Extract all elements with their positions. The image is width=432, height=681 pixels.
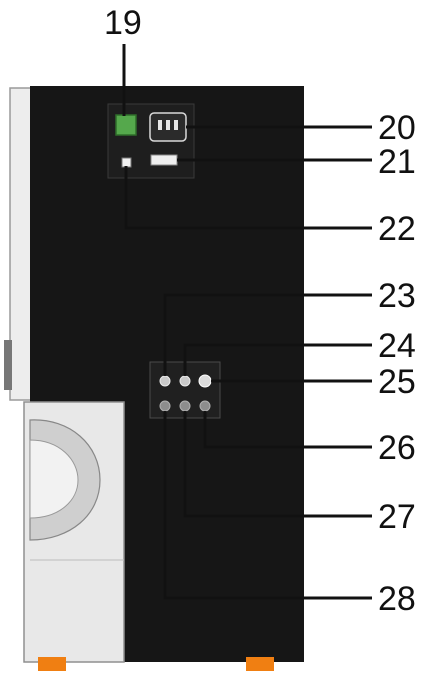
callout-27: 27 (378, 498, 416, 536)
small-port (121, 157, 132, 168)
socket-pin-middle (166, 120, 170, 130)
callout-24: 24 (378, 327, 416, 365)
callout-19: 19 (104, 4, 142, 42)
jack-bottom-middle (179, 400, 191, 412)
foot-right (246, 657, 274, 671)
callout-22: 22 (378, 210, 416, 248)
jack-top-middle (179, 375, 191, 387)
socket-pin-right (174, 120, 178, 130)
diagram-stage: 19 20 21 22 23 24 25 26 27 28 (0, 0, 432, 681)
callout-26: 26 (378, 429, 416, 467)
jack-top-left (159, 375, 171, 387)
jack-top-right (198, 374, 212, 388)
device-rear-diagram: 19 20 21 22 23 24 25 26 27 28 (4, 4, 416, 671)
fuse-holder (150, 154, 178, 166)
jack-bottom-right (199, 400, 211, 412)
green-power-switch (115, 114, 137, 136)
foot-left (38, 657, 66, 671)
side-latch (4, 340, 12, 390)
callout-23: 23 (378, 277, 416, 315)
callout-28: 28 (378, 580, 416, 618)
jack-bottom-left (159, 400, 171, 412)
left-side-panel (9, 87, 33, 401)
socket-pin-left (158, 120, 162, 130)
callout-20: 20 (378, 109, 416, 147)
callout-21: 21 (378, 143, 416, 181)
callout-25: 25 (378, 363, 416, 401)
